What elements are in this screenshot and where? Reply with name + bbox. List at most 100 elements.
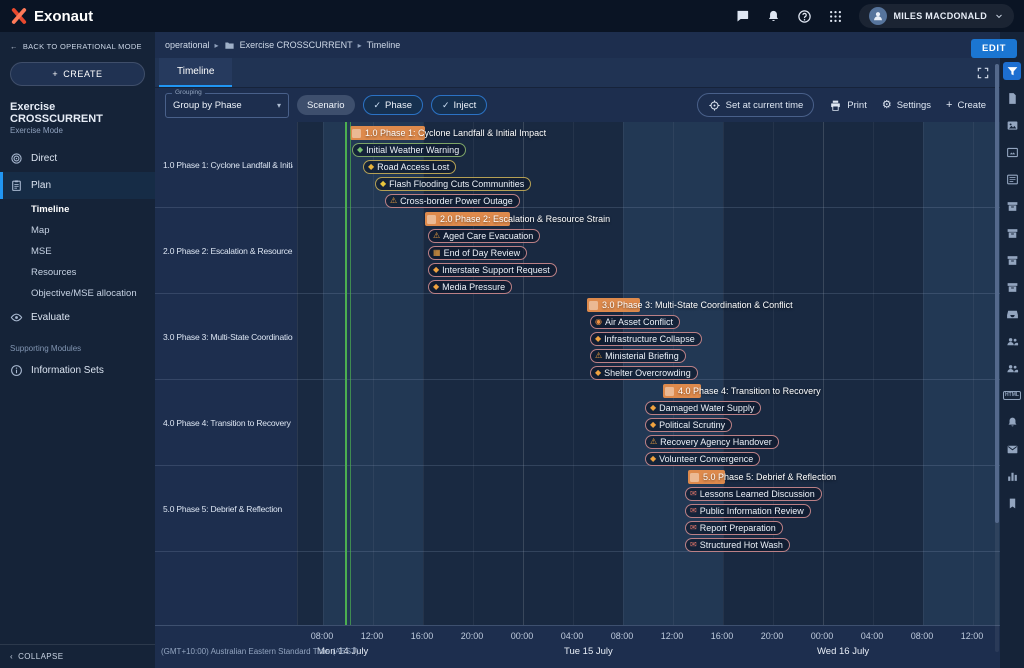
filter-chip-phase[interactable]: ✓Phase xyxy=(363,95,423,115)
card-icon[interactable] xyxy=(1003,170,1021,188)
scrollbar-thumb[interactable] xyxy=(995,64,999,523)
settings-button[interactable]: ⚙Settings xyxy=(882,100,931,111)
app-logo[interactable]: Exonaut xyxy=(10,7,93,25)
inject-chip[interactable]: ⚠Aged Care Evacuation xyxy=(428,229,540,243)
breadcrumb-exercise[interactable]: Exercise CROSSCURRENT xyxy=(240,40,353,50)
caret-down-icon: ▾ xyxy=(277,101,281,110)
archive-icon[interactable] xyxy=(1003,197,1021,215)
collapse-sidebar-button[interactable]: ‹ COLLAPSE xyxy=(0,644,155,668)
bell-icon[interactable] xyxy=(1003,413,1021,431)
tray-icon[interactable] xyxy=(1003,305,1021,323)
create-button[interactable]: + CREATE xyxy=(10,62,145,86)
file-icon[interactable] xyxy=(1003,89,1021,107)
inject-chip[interactable]: ◆Damaged Water Supply xyxy=(645,401,761,415)
edit-button[interactable]: EDIT xyxy=(971,39,1017,58)
archive-icon[interactable] xyxy=(1003,251,1021,269)
inject-chip[interactable]: ◆Infrastructure Collapse xyxy=(590,332,702,346)
inject-chip[interactable]: ⚠Ministerial Briefing xyxy=(590,349,686,363)
timeline-gantt: 1.0 Phase 1: Cyclone Landfall & Initia..… xyxy=(155,122,1000,668)
archive-icon xyxy=(1006,254,1019,267)
diamond-icon: ◆ xyxy=(433,283,439,291)
bell-icon xyxy=(1006,416,1019,429)
diamond-icon: ◆ xyxy=(433,266,439,274)
html-icon[interactable]: HTML xyxy=(1003,386,1021,404)
inject-chip[interactable]: ⚠Recovery Agency Handover xyxy=(645,435,779,449)
inject-chip[interactable]: ✉Report Preparation xyxy=(685,521,783,535)
sidebar-item-timeline[interactable]: Timeline xyxy=(0,199,155,220)
sidebar-item-mse[interactable]: MSE xyxy=(0,241,155,262)
sidebar-item-label: Direct xyxy=(31,153,57,164)
phase-bar-label: 4.0 Phase 4: Transition to Recovery xyxy=(678,384,821,398)
vertical-scrollbar[interactable] xyxy=(995,64,999,652)
inject-label: Lessons Learned Discussion xyxy=(700,489,815,499)
sidebar-item-direct[interactable]: Direct xyxy=(0,145,155,172)
apps-grid-icon[interactable] xyxy=(828,9,843,24)
users-icon[interactable] xyxy=(1003,359,1021,377)
filter-chip-inject[interactable]: ✓Inject xyxy=(431,95,487,115)
inject-chip[interactable]: ◆Interstate Support Request xyxy=(428,263,557,277)
print-button[interactable]: Print xyxy=(829,99,867,112)
breadcrumb: operational ▸ Exercise CROSSCURRENT ▸ Ti… xyxy=(155,32,1000,58)
grouping-select[interactable]: Grouping Group by Phase ▾ xyxy=(165,93,289,118)
help-icon[interactable] xyxy=(797,9,812,24)
html-icon-label: HTML xyxy=(1003,391,1021,400)
app-window: Exonaut MILES MACDONALD ← BACK TO OPERAT… xyxy=(0,0,1024,668)
sidebar-item-map[interactable]: Map xyxy=(0,220,155,241)
warning-icon: ⚠ xyxy=(390,197,397,205)
phase-bar-handle-icon xyxy=(352,129,361,138)
inject-chip[interactable]: ◆Initial Weather Warning xyxy=(352,143,466,157)
inject-chip[interactable]: ▦End of Day Review xyxy=(428,246,527,260)
users-icon[interactable] xyxy=(1003,332,1021,350)
hour-tick-label: 00:00 xyxy=(802,631,842,641)
inject-chip[interactable]: ✉Structured Hot Wash xyxy=(685,538,790,552)
notifications-bell-icon[interactable] xyxy=(766,9,781,24)
inject-chip[interactable]: ◆Road Access Lost xyxy=(363,160,456,174)
calendar-icon: ▦ xyxy=(433,249,441,257)
set-at-current-time-button[interactable]: Set at current time xyxy=(697,93,815,117)
envelope-icon: ✉ xyxy=(690,507,697,515)
bookmark-icon[interactable] xyxy=(1003,494,1021,512)
inject-chip[interactable]: ◆Media Pressure xyxy=(428,280,512,294)
sidebar-item-plan[interactable]: Plan xyxy=(0,172,155,199)
chart-icon[interactable] xyxy=(1003,467,1021,485)
photo-icon[interactable] xyxy=(1003,116,1021,134)
inject-chip[interactable]: ◆Shelter Overcrowding xyxy=(590,366,698,380)
action-label: Set at current time xyxy=(726,100,804,111)
inject-chip[interactable]: ✉Public Information Review xyxy=(685,504,811,518)
inject-chip[interactable]: ⚠Cross-border Power Outage xyxy=(385,194,520,208)
inject-chip[interactable]: ◉Air Asset Conflict xyxy=(590,315,680,329)
filter-icon[interactable] xyxy=(1003,62,1021,80)
exercise-title: Exercise CROSSCURRENT xyxy=(0,96,155,126)
frame-icon[interactable] xyxy=(1003,143,1021,161)
sidebar-item-evaluate[interactable]: Evaluate xyxy=(0,304,155,331)
card-icon xyxy=(1006,173,1019,186)
create-button[interactable]: +Create xyxy=(946,100,986,111)
user-menu[interactable]: MILES MACDONALD xyxy=(859,4,1015,28)
main-content: operational ▸ Exercise CROSSCURRENT ▸ Ti… xyxy=(155,32,1000,668)
tab-timeline[interactable]: Timeline xyxy=(159,58,232,87)
sidebar-item-objective-mse-allocation[interactable]: Objective/MSE allocation xyxy=(0,283,155,304)
archive-icon[interactable] xyxy=(1003,224,1021,242)
inject-chip[interactable]: ✉Lessons Learned Discussion xyxy=(685,487,822,501)
hour-tick-label: 08:00 xyxy=(902,631,942,641)
hour-tick-label: 16:00 xyxy=(402,631,442,641)
chat-icon[interactable] xyxy=(735,9,750,24)
clipboard-icon xyxy=(10,179,23,192)
sidebar-item-information-sets[interactable]: Information Sets xyxy=(0,357,155,384)
inject-chip[interactable]: ◆Volunteer Convergence xyxy=(645,452,760,466)
grouping-select-label: Grouping xyxy=(172,89,205,96)
top-bar: Exonaut MILES MACDONALD xyxy=(0,0,1024,32)
envelope-icon: ✉ xyxy=(690,541,697,549)
mail-icon[interactable] xyxy=(1003,440,1021,458)
filter-chip-scenario[interactable]: Scenario xyxy=(297,95,355,115)
fullscreen-icon[interactable] xyxy=(976,66,990,80)
sidebar-item-resources[interactable]: Resources xyxy=(0,262,155,283)
archive-icon[interactable] xyxy=(1003,278,1021,296)
breadcrumb-timeline[interactable]: Timeline xyxy=(367,40,401,50)
left-sidebar: ← BACK TO OPERATIONAL MODE + CREATE Exer… xyxy=(0,32,155,668)
sidebar-item-label: Information Sets xyxy=(31,365,104,376)
inject-chip[interactable]: ◆Political Scrutiny xyxy=(645,418,732,432)
inject-chip[interactable]: ◆Flash Flooding Cuts Communities xyxy=(375,177,531,191)
back-to-operational-mode-link[interactable]: ← BACK TO OPERATIONAL MODE xyxy=(0,32,155,55)
breadcrumb-operational[interactable]: operational xyxy=(165,40,210,50)
